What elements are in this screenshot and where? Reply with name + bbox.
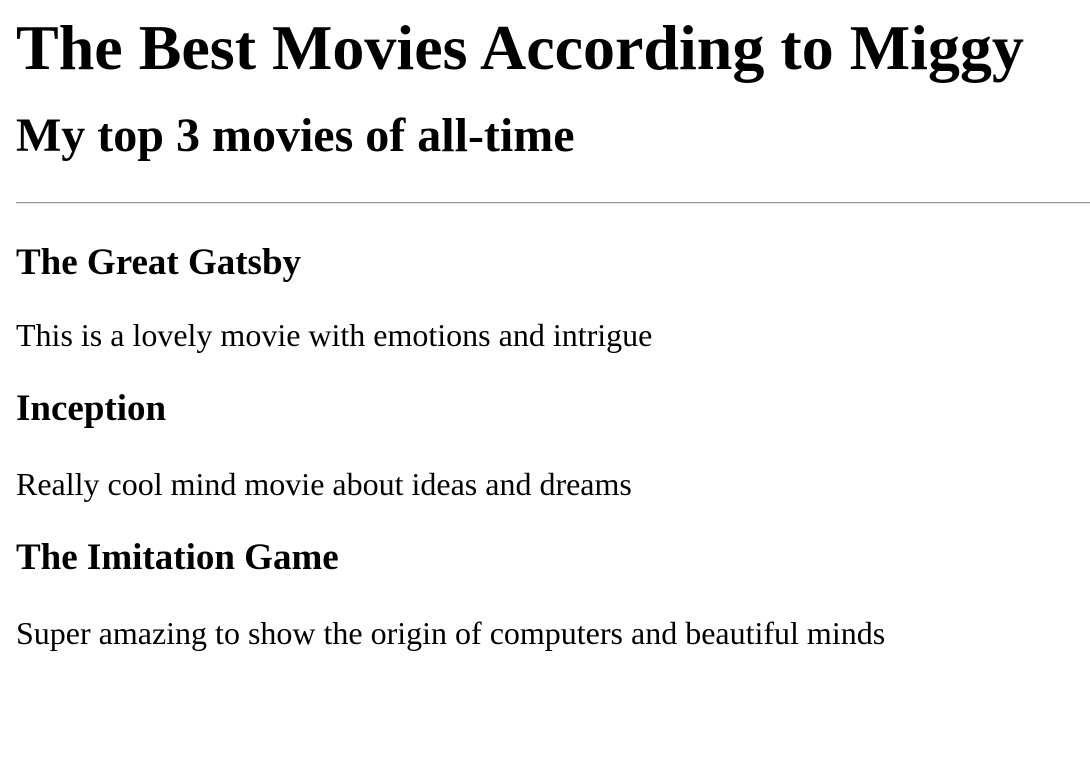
page-subtitle: My top 3 movies of all-time <box>16 109 575 162</box>
movie-description: Really cool mind movie about ideas and d… <box>16 466 632 502</box>
movie-description: This is a lovely movie with emotions and… <box>16 317 653 353</box>
movie-title: Inception <box>16 388 167 429</box>
movie-description: Super amazing to show the origin of comp… <box>16 615 886 651</box>
movie-item-imitation-game: The Imitation Game Super amazing to show… <box>16 503 1090 652</box>
movie-list: The Great Gatsby This is a lovely movie … <box>16 204 1090 652</box>
page: The Best Movies According to Miggy My to… <box>0 0 1090 774</box>
movie-item-great-gatsby: The Great Gatsby This is a lovely movie … <box>16 204 1090 354</box>
page-title: The Best Movies According to Miggy <box>16 12 1024 83</box>
movie-item-inception: Inception Really cool mind movie about i… <box>16 354 1090 503</box>
movie-title: The Great Gatsby <box>16 242 302 283</box>
movie-title: The Imitation Game <box>16 537 339 578</box>
